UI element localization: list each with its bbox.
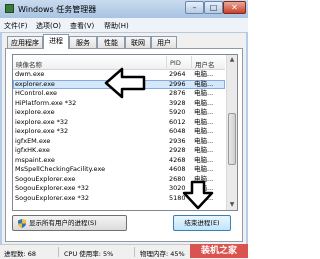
status-divider <box>134 247 135 257</box>
process-user: 电脑... <box>194 146 214 154</box>
show-all-users-button[interactable]: 显示所有用户的进程(S) <box>12 215 127 231</box>
column-user[interactable]: 用户名 <box>195 59 215 69</box>
process-name: SogouExplorer.exe *32 <box>15 184 89 192</box>
process-row[interactable]: iexplore.exe *32 6012 电脑... <box>13 118 225 128</box>
process-user: 电脑... <box>194 79 214 88</box>
process-pid: 6012 <box>169 117 186 126</box>
process-user: 电脑... <box>194 165 214 173</box>
process-name: explorer.exe <box>15 79 55 88</box>
status-physical-memory: 物理内存: 45% <box>140 250 185 258</box>
process-user: 电脑... <box>194 136 214 145</box>
watermark-logo: 装机之家 <box>190 244 248 258</box>
menu-bar: 文件(F) 选项(O) 查看(V) 帮助(H) <box>0 18 248 33</box>
process-pid: 2996 <box>169 79 186 88</box>
menu-file[interactable]: 文件(F) <box>4 21 28 31</box>
tab-performance[interactable]: 性能 <box>97 36 125 48</box>
process-name: dwm.exe <box>15 70 45 78</box>
status-process-count: 进程数: 68 <box>4 250 37 258</box>
tab-applications[interactable]: 应用程序 <box>7 36 43 48</box>
process-user: 电脑... <box>194 108 214 116</box>
process-user: 电脑... <box>194 117 214 126</box>
process-user: 电脑... <box>194 89 214 97</box>
client-area: 应用程序 进程 服务 性能 联网 用户 映像名称 PID 用户名 dwm.exe… <box>2 33 246 244</box>
process-pid: 5920 <box>169 108 186 116</box>
left-arrow-pointer-icon <box>104 67 146 99</box>
column-image-name[interactable]: 映像名称 <box>16 59 42 69</box>
scroll-thumb[interactable] <box>228 113 236 165</box>
menu-help[interactable]: 帮助(H) <box>104 21 129 31</box>
vertical-scrollbar[interactable]: ▲ ▼ <box>226 55 237 210</box>
process-name: mspaint.exe <box>15 155 55 164</box>
scroll-up-icon[interactable]: ▲ <box>227 55 237 65</box>
process-name: SogouExplorer.exe *32 <box>15 193 89 202</box>
process-pid: 4608 <box>169 165 186 173</box>
process-pid: 2928 <box>169 146 186 154</box>
uac-shield-icon <box>18 219 26 228</box>
process-user: 电脑... <box>194 155 214 164</box>
process-name: HControl.exe <box>15 89 57 97</box>
process-row[interactable]: igfxHK.exe 2928 电脑... <box>13 146 225 156</box>
process-pid: 6048 <box>169 127 186 135</box>
column-pid[interactable]: PID <box>170 59 181 67</box>
close-button[interactable]: ✕ <box>223 1 246 14</box>
status-cpu-usage: CPU 使用率: 5% <box>64 250 114 258</box>
process-name: igfxEM.exe <box>15 136 51 145</box>
task-manager-icon <box>5 4 14 13</box>
tab-strip: 应用程序 进程 服务 性能 联网 用户 <box>5 34 243 49</box>
process-name: iexplore.exe *32 <box>15 127 69 135</box>
process-name: SogouExplorer.exe <box>15 174 76 183</box>
process-user: 电脑... <box>194 127 214 135</box>
process-pid: 2876 <box>169 89 186 97</box>
process-pid: 3928 <box>169 98 186 107</box>
menu-options[interactable]: 选项(O) <box>36 21 61 31</box>
column-divider[interactable] <box>191 56 192 68</box>
process-user: 电脑... <box>194 70 214 78</box>
column-divider[interactable] <box>166 56 167 68</box>
maximize-button[interactable]: □ <box>204 1 223 14</box>
process-pid: 4268 <box>169 155 186 164</box>
end-process-button[interactable]: 结束进程(E) <box>173 215 231 231</box>
process-row[interactable]: iexplore.exe *32 6048 电脑... <box>13 127 225 137</box>
menu-view[interactable]: 查看(V) <box>70 21 94 31</box>
show-all-users-label: 显示所有用户的进程(S) <box>29 219 97 227</box>
process-pid: 2964 <box>169 70 186 78</box>
minimize-button[interactable]: – <box>185 1 204 14</box>
process-row[interactable]: mspaint.exe 4268 电脑... <box>13 156 225 166</box>
process-pid: 2936 <box>169 136 186 145</box>
title-bar[interactable]: Windows 任务管理器 – □ ✕ <box>0 0 248 18</box>
process-name: MsSpellCheckingFacility.exe <box>15 165 106 173</box>
process-row[interactable]: iexplore.exe 5920 电脑... <box>13 108 225 118</box>
tab-networking[interactable]: 联网 <box>125 36 151 48</box>
process-name: igfxHK.exe <box>15 146 50 154</box>
task-manager-window: Windows 任务管理器 – □ ✕ 文件(F) 选项(O) 查看(V) 帮助… <box>0 0 248 259</box>
process-row[interactable]: MsSpellCheckingFacility.exe 4608 电脑... <box>13 165 225 175</box>
down-arrow-pointer-icon <box>182 180 214 210</box>
process-name: HiPlatform.exe *32 <box>15 98 77 107</box>
process-name: iexplore.exe *32 <box>15 117 69 126</box>
process-user: 电脑... <box>194 98 214 107</box>
tab-users[interactable]: 用户 <box>151 36 177 48</box>
window-title: Windows 任务管理器 <box>18 5 97 14</box>
tab-processes[interactable]: 进程 <box>43 34 69 49</box>
scroll-down-icon[interactable]: ▼ <box>227 200 237 210</box>
status-divider <box>58 247 59 257</box>
process-row[interactable]: igfxEM.exe 2936 电脑... <box>13 137 225 147</box>
process-name: iexplore.exe <box>15 108 55 116</box>
tab-services[interactable]: 服务 <box>69 36 97 48</box>
process-row[interactable]: HiPlatform.exe *32 3928 电脑... <box>13 99 225 109</box>
